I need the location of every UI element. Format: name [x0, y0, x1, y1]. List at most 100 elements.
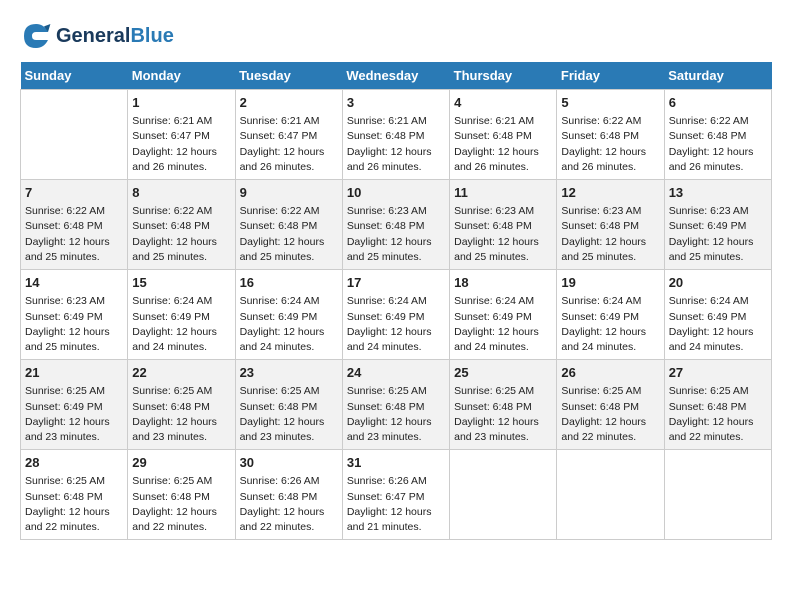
day-info: Sunrise: 6:25 AM Sunset: 6:49 PM Dayligh… [25, 384, 123, 445]
day-number: 31 [347, 454, 445, 472]
day-info: Sunrise: 6:25 AM Sunset: 6:48 PM Dayligh… [132, 474, 230, 535]
day-info: Sunrise: 6:23 AM Sunset: 6:48 PM Dayligh… [454, 204, 552, 265]
col-wednesday: Wednesday [342, 62, 449, 90]
calendar-cell: 20 Sunrise: 6:24 AM Sunset: 6:49 PM Dayli… [664, 270, 771, 360]
calendar-cell: 3Sunrise: 6:21 AM Sunset: 6:48 PM Daylig… [342, 90, 449, 180]
col-sunday: Sunday [21, 62, 128, 90]
day-info: Sunrise: 6:25 AM Sunset: 6:48 PM Dayligh… [25, 474, 123, 535]
day-info: Sunrise: 6:23 AM Sunset: 6:48 PM Dayligh… [561, 204, 659, 265]
day-number: 12 [561, 184, 659, 202]
calendar-cell: 16 Sunrise: 6:24 AM Sunset: 6:49 PM Dayli… [235, 270, 342, 360]
day-number: 11 [454, 184, 552, 202]
day-info: Sunrise: 6:24 AM Sunset: 6:49 PM Dayligh… [240, 294, 338, 355]
calendar-cell: 23 Sunrise: 6:25 AM Sunset: 6:48 PM Dayli… [235, 360, 342, 450]
col-saturday: Saturday [664, 62, 771, 90]
calendar-cell: 9 Sunrise: 6:22 AM Sunset: 6:48 PM Daylig… [235, 180, 342, 270]
page-header: GeneralBlue [20, 20, 772, 52]
day-info: Sunrise: 6:25 AM Sunset: 6:48 PM Dayligh… [347, 384, 445, 445]
calendar-cell: 6Sunrise: 6:22 AM Sunset: 6:48 PM Daylig… [664, 90, 771, 180]
day-number: 24 [347, 364, 445, 382]
logo-icon [20, 20, 52, 52]
day-info: Sunrise: 6:21 AM Sunset: 6:47 PM Dayligh… [132, 114, 230, 175]
day-info: Sunrise: 6:24 AM Sunset: 6:49 PM Dayligh… [669, 294, 767, 355]
calendar-cell: 24 Sunrise: 6:25 AM Sunset: 6:48 PM Dayli… [342, 360, 449, 450]
calendar-week-5: 28 Sunrise: 6:25 AM Sunset: 6:48 PM Dayli… [21, 450, 772, 540]
day-number: 4 [454, 94, 552, 112]
day-number: 13 [669, 184, 767, 202]
calendar-cell: 31 Sunrise: 6:26 AM Sunset: 6:47 PM Dayli… [342, 450, 449, 540]
col-monday: Monday [128, 62, 235, 90]
day-number: 28 [25, 454, 123, 472]
calendar-cell: 19 Sunrise: 6:24 AM Sunset: 6:49 PM Dayli… [557, 270, 664, 360]
calendar-week-4: 21Sunrise: 6:25 AM Sunset: 6:49 PM Dayli… [21, 360, 772, 450]
day-info: Sunrise: 6:21 AM Sunset: 6:47 PM Dayligh… [240, 114, 338, 175]
day-number: 20 [669, 274, 767, 292]
day-info: Sunrise: 6:23 AM Sunset: 6:49 PM Dayligh… [25, 294, 123, 355]
day-number: 23 [240, 364, 338, 382]
day-info: Sunrise: 6:25 AM Sunset: 6:48 PM Dayligh… [669, 384, 767, 445]
day-number: 18 [454, 274, 552, 292]
day-info: Sunrise: 6:21 AM Sunset: 6:48 PM Dayligh… [347, 114, 445, 175]
day-info: Sunrise: 6:22 AM Sunset: 6:48 PM Dayligh… [561, 114, 659, 175]
day-number: 8 [132, 184, 230, 202]
calendar-week-3: 14 Sunrise: 6:23 AM Sunset: 6:49 PM Dayli… [21, 270, 772, 360]
calendar-cell: 28 Sunrise: 6:25 AM Sunset: 6:48 PM Dayli… [21, 450, 128, 540]
day-number: 1 [132, 94, 230, 112]
calendar-week-2: 7 Sunrise: 6:22 AM Sunset: 6:48 PM Daylig… [21, 180, 772, 270]
day-number: 22 [132, 364, 230, 382]
day-number: 7 [25, 184, 123, 202]
day-number: 16 [240, 274, 338, 292]
day-number: 17 [347, 274, 445, 292]
calendar-cell: 2Sunrise: 6:21 AM Sunset: 6:47 PM Daylig… [235, 90, 342, 180]
day-info: Sunrise: 6:24 AM Sunset: 6:49 PM Dayligh… [561, 294, 659, 355]
calendar-cell: 10 Sunrise: 6:23 AM Sunset: 6:48 PM Dayli… [342, 180, 449, 270]
calendar-cell: 8Sunrise: 6:22 AM Sunset: 6:48 PM Daylig… [128, 180, 235, 270]
day-info: Sunrise: 6:23 AM Sunset: 6:48 PM Dayligh… [347, 204, 445, 265]
header-row: Sunday Monday Tuesday Wednesday Thursday… [21, 62, 772, 90]
calendar-table: Sunday Monday Tuesday Wednesday Thursday… [20, 62, 772, 540]
col-friday: Friday [557, 62, 664, 90]
calendar-cell: 30 Sunrise: 6:26 AM Sunset: 6:48 PM Dayli… [235, 450, 342, 540]
day-info: Sunrise: 6:24 AM Sunset: 6:49 PM Dayligh… [132, 294, 230, 355]
day-info: Sunrise: 6:21 AM Sunset: 6:48 PM Dayligh… [454, 114, 552, 175]
day-number: 19 [561, 274, 659, 292]
day-number: 30 [240, 454, 338, 472]
day-number: 27 [669, 364, 767, 382]
calendar-cell: 14 Sunrise: 6:23 AM Sunset: 6:49 PM Dayli… [21, 270, 128, 360]
day-info: Sunrise: 6:24 AM Sunset: 6:49 PM Dayligh… [454, 294, 552, 355]
day-number: 29 [132, 454, 230, 472]
calendar-cell: 26Sunrise: 6:25 AM Sunset: 6:48 PM Dayli… [557, 360, 664, 450]
calendar-cell: 12 Sunrise: 6:23 AM Sunset: 6:48 PM Dayli… [557, 180, 664, 270]
calendar-cell: 4 Sunrise: 6:21 AM Sunset: 6:48 PM Daylig… [450, 90, 557, 180]
day-info: Sunrise: 6:22 AM Sunset: 6:48 PM Dayligh… [240, 204, 338, 265]
calendar-cell: 11 Sunrise: 6:23 AM Sunset: 6:48 PM Dayli… [450, 180, 557, 270]
day-number: 5 [561, 94, 659, 112]
day-info: Sunrise: 6:22 AM Sunset: 6:48 PM Dayligh… [25, 204, 123, 265]
day-info: Sunrise: 6:25 AM Sunset: 6:48 PM Dayligh… [240, 384, 338, 445]
logo: GeneralBlue [20, 20, 174, 52]
day-info: Sunrise: 6:26 AM Sunset: 6:48 PM Dayligh… [240, 474, 338, 535]
day-info: Sunrise: 6:22 AM Sunset: 6:48 PM Dayligh… [669, 114, 767, 175]
day-info: Sunrise: 6:23 AM Sunset: 6:49 PM Dayligh… [669, 204, 767, 265]
day-info: Sunrise: 6:26 AM Sunset: 6:47 PM Dayligh… [347, 474, 445, 535]
calendar-cell: 29 Sunrise: 6:25 AM Sunset: 6:48 PM Dayli… [128, 450, 235, 540]
day-number: 10 [347, 184, 445, 202]
day-number: 14 [25, 274, 123, 292]
calendar-cell: 25Sunrise: 6:25 AM Sunset: 6:48 PM Dayli… [450, 360, 557, 450]
calendar-cell: 7 Sunrise: 6:22 AM Sunset: 6:48 PM Daylig… [21, 180, 128, 270]
day-number: 9 [240, 184, 338, 202]
calendar-cell: 18 Sunrise: 6:24 AM Sunset: 6:49 PM Dayli… [450, 270, 557, 360]
calendar-cell: 5 Sunrise: 6:22 AM Sunset: 6:48 PM Daylig… [557, 90, 664, 180]
calendar-cell: 17Sunrise: 6:24 AM Sunset: 6:49 PM Dayli… [342, 270, 449, 360]
day-info: Sunrise: 6:25 AM Sunset: 6:48 PM Dayligh… [132, 384, 230, 445]
calendar-cell [21, 90, 128, 180]
col-tuesday: Tuesday [235, 62, 342, 90]
logo-text: GeneralBlue [56, 25, 174, 48]
calendar-cell: 15Sunrise: 6:24 AM Sunset: 6:49 PM Dayli… [128, 270, 235, 360]
day-number: 26 [561, 364, 659, 382]
calendar-cell: 22 Sunrise: 6:25 AM Sunset: 6:48 PM Dayli… [128, 360, 235, 450]
day-number: 25 [454, 364, 552, 382]
calendar-cell [664, 450, 771, 540]
calendar-cell: 27 Sunrise: 6:25 AM Sunset: 6:48 PM Dayli… [664, 360, 771, 450]
calendar-cell: 21Sunrise: 6:25 AM Sunset: 6:49 PM Dayli… [21, 360, 128, 450]
